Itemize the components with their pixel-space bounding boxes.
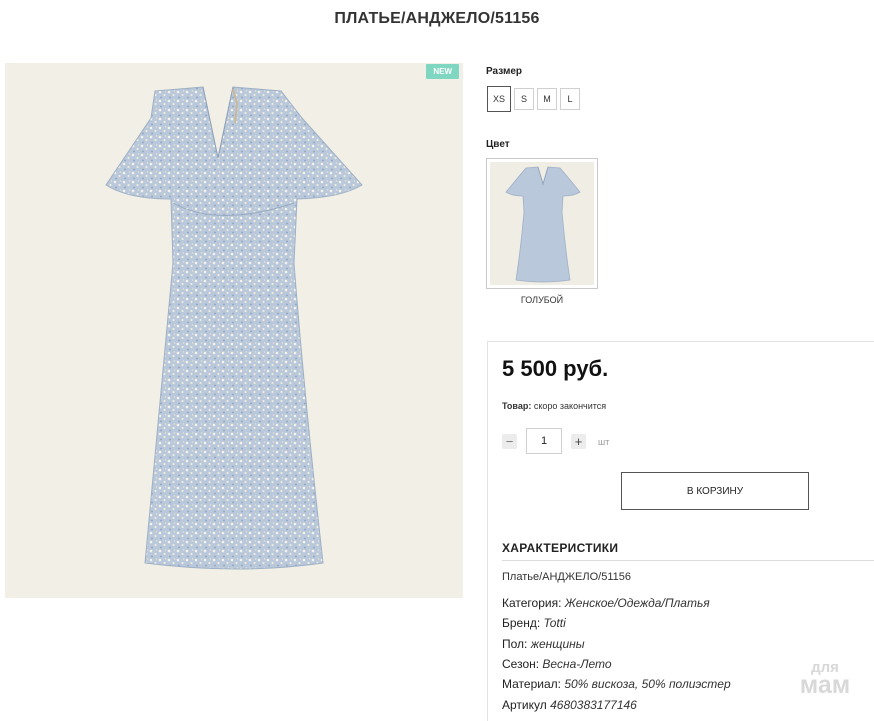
spec-value: женщины bbox=[530, 637, 585, 651]
stock-label: Товар: bbox=[502, 401, 532, 411]
specs-divider bbox=[502, 560, 874, 561]
product-image bbox=[105, 86, 363, 570]
size-label: Размер bbox=[486, 66, 523, 77]
spec-value: Весна-Лето bbox=[542, 657, 612, 671]
spec-label: Бренд: bbox=[502, 616, 541, 630]
quantity-unit: шт bbox=[598, 437, 610, 447]
spec-row-brand: Бренд: Totti bbox=[502, 616, 566, 630]
spec-value: 50% вискоза, 50% полиэстер bbox=[564, 677, 731, 691]
spec-label: Артикул bbox=[502, 698, 547, 712]
new-badge: NEW bbox=[426, 64, 459, 79]
product-gallery[interactable]: NEW bbox=[5, 63, 463, 598]
size-option-l[interactable]: L bbox=[560, 88, 580, 110]
watermark-logo: для мам bbox=[788, 660, 862, 699]
stock-value: скоро закончится bbox=[533, 401, 607, 411]
size-selector: XS S M L bbox=[487, 86, 580, 112]
spec-label: Материал: bbox=[502, 677, 561, 691]
watermark-line2: мам bbox=[799, 670, 851, 699]
color-name: ГОЛУБОЙ bbox=[520, 295, 564, 305]
quantity-input[interactable] bbox=[526, 428, 562, 454]
specs-article-title: Платье/АНДЖЕЛО/51156 bbox=[502, 571, 631, 583]
size-option-m[interactable]: M bbox=[537, 88, 557, 110]
spec-label: Пол: bbox=[502, 637, 528, 651]
spec-row-material: Материал: 50% вискоза, 50% полиэстер bbox=[502, 677, 731, 691]
spec-row-sku: Артикул 4680383177146 bbox=[502, 698, 637, 712]
size-option-s[interactable]: S bbox=[514, 88, 534, 110]
spec-value: 4680383177146 bbox=[550, 698, 637, 712]
color-swatch-blue[interactable] bbox=[486, 158, 598, 289]
spec-row-gender: Пол: женщины bbox=[502, 637, 585, 651]
spec-row-season: Сезон: Весна-Лето bbox=[502, 657, 612, 671]
spec-label: Сезон: bbox=[502, 657, 540, 671]
spec-label: Категория: bbox=[502, 596, 562, 610]
spec-value[interactable]: Женское/Одежда/Платья bbox=[565, 596, 710, 610]
price: 5 500 руб. bbox=[502, 356, 609, 381]
plus-icon[interactable]: + bbox=[571, 434, 586, 449]
spec-row-category: Категория: Женское/Одежда/Платья bbox=[502, 596, 710, 610]
minus-icon[interactable]: − bbox=[502, 434, 517, 449]
add-to-cart-button[interactable]: В КОРЗИНУ bbox=[621, 472, 809, 510]
size-option-xs[interactable]: XS bbox=[487, 86, 511, 112]
color-label: Цвет bbox=[486, 139, 510, 150]
spec-value[interactable]: Totti bbox=[544, 616, 566, 630]
specs-heading: ХАРАКТЕРИСТИКИ bbox=[502, 541, 619, 555]
stock-status: Товар: скоро закончится bbox=[502, 401, 606, 411]
color-swatch-image bbox=[505, 166, 581, 283]
page-title: ПЛАТЬЕ/АНДЖЕЛО/51156 bbox=[334, 10, 540, 27]
